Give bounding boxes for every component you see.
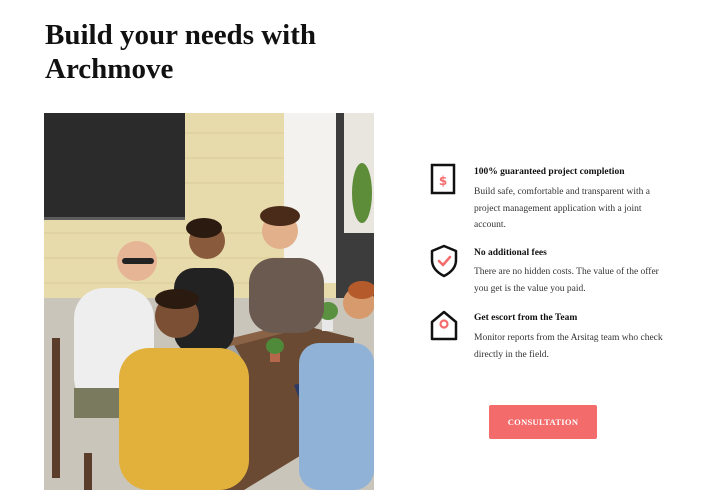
consultation-button[interactable]: CONSULTATION (489, 405, 597, 439)
feature-description: Monitor reports from the Arsitag team wh… (474, 333, 663, 360)
feature-description: Build safe, comfortable and transparent … (474, 187, 650, 230)
feature-title: Get escort from the Team (474, 313, 578, 323)
shield-check-icon (430, 244, 458, 278)
page-heading: Build your needs with Archmove (45, 19, 317, 85)
dollar-document-icon: $ (430, 163, 456, 195)
svg-text:$: $ (439, 174, 447, 188)
feature-title: No additional fees (474, 248, 547, 258)
house-tag-icon (430, 310, 458, 341)
team-meeting-photo (44, 113, 374, 490)
feature-description: There are no hidden costs. The value of … (474, 267, 659, 294)
feature-title: 100% guaranteed project completion (474, 167, 625, 177)
